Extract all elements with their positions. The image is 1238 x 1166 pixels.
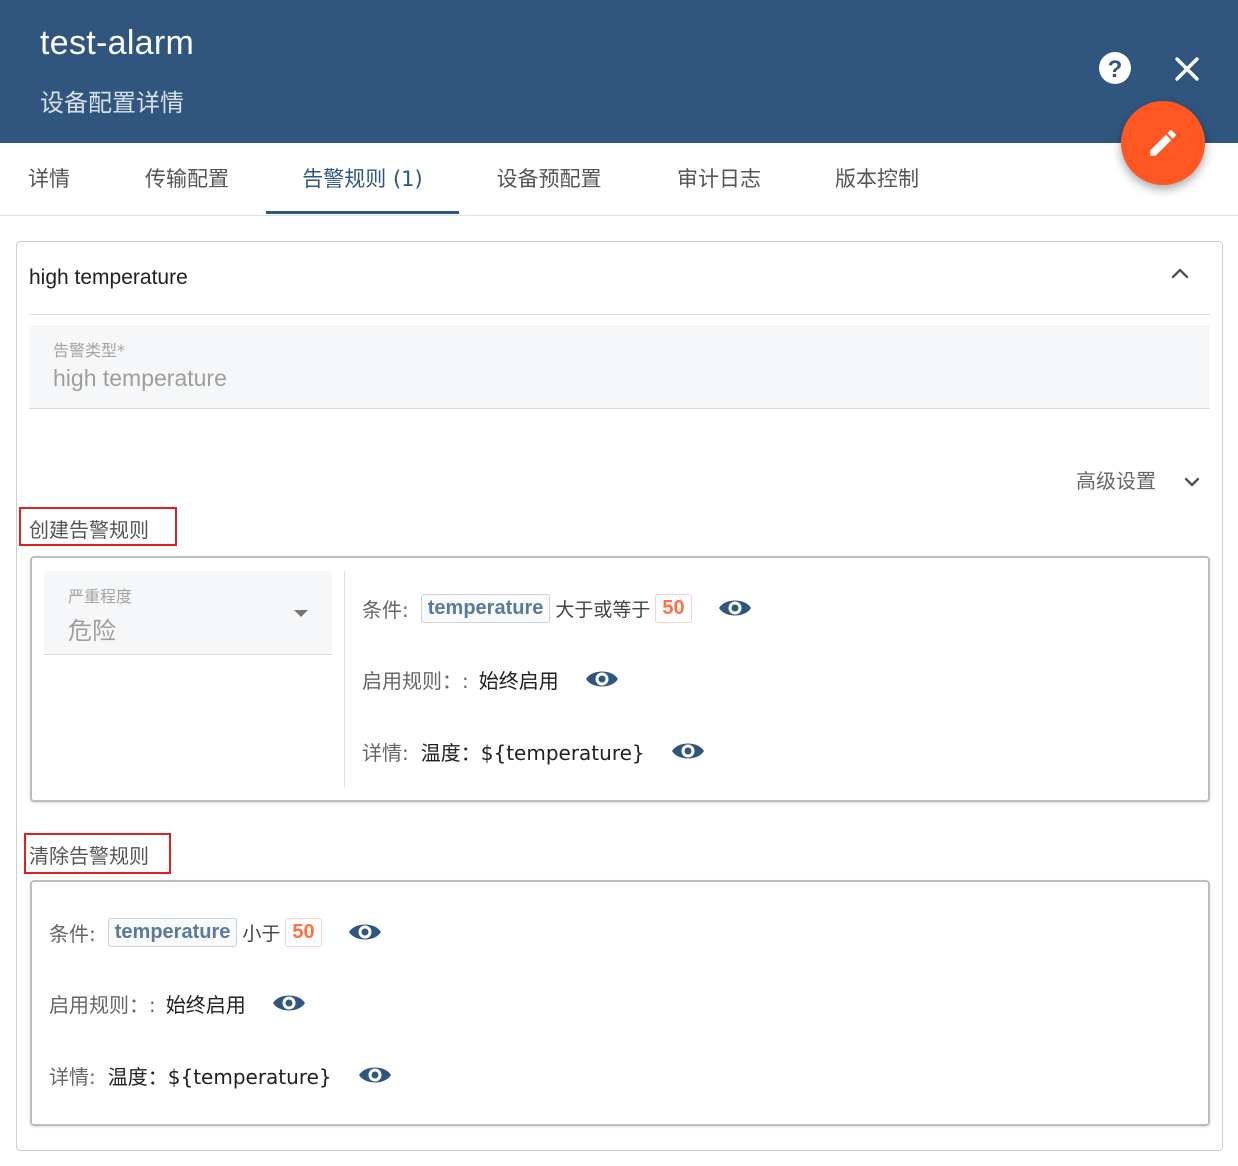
dialog-subtitle: 设备配置详情 bbox=[40, 89, 184, 117]
schedule-value: 始终启用 bbox=[165, 992, 246, 1017]
condition-value-chip: 50 bbox=[285, 917, 322, 947]
tab-audit-logs[interactable]: 审计日志 bbox=[660, 143, 778, 215]
tab-bar: 详情 传输配置 告警规则 (1) 设备预配置 审计日志 版本控制 bbox=[0, 143, 1238, 216]
condition-operator: 大于或等于 bbox=[555, 598, 651, 621]
schedule-value: 始终启用 bbox=[478, 668, 559, 693]
alarm-type-label: 告警类型* bbox=[53, 341, 126, 360]
details-value: 温度：${temperature} bbox=[420, 740, 645, 765]
condition-key-chip: temperature bbox=[420, 593, 551, 623]
schedule-label: 启用规则：: bbox=[49, 992, 156, 1017]
tab-version-control[interactable]: 版本控制 bbox=[818, 143, 936, 215]
clear-details-row: 详情: 温度：${temperature} bbox=[49, 1058, 392, 1092]
severity-label: 严重程度 bbox=[68, 587, 133, 606]
eye-icon[interactable] bbox=[358, 1063, 392, 1087]
condition-label: 条件: bbox=[362, 597, 409, 622]
alarm-type-value: high temperature bbox=[53, 365, 227, 391]
pencil-icon bbox=[1150, 130, 1176, 156]
dropdown-arrow-icon bbox=[294, 610, 308, 617]
eye-icon[interactable] bbox=[671, 739, 705, 763]
eye-icon[interactable] bbox=[272, 991, 306, 1015]
dialog-title: test-alarm bbox=[40, 24, 195, 62]
advanced-settings-toggle[interactable]: 高级设置 bbox=[1076, 465, 1156, 494]
eye-icon[interactable] bbox=[348, 920, 382, 944]
clear-schedule-row: 启用规则：: 始终启用 bbox=[49, 986, 306, 1020]
create-condition-row: 条件: temperature 大于或等于 50 bbox=[362, 591, 752, 625]
chevron-down-icon[interactable] bbox=[1180, 470, 1204, 494]
alarm-title: high temperature bbox=[29, 266, 188, 289]
divider bbox=[29, 314, 1210, 315]
eye-icon[interactable] bbox=[718, 596, 752, 620]
close-icon[interactable] bbox=[1168, 50, 1206, 88]
clear-rule-heading: 清除告警规则 bbox=[24, 833, 171, 874]
condition-key-chip: temperature bbox=[107, 917, 238, 947]
condition-label: 条件: bbox=[49, 921, 96, 946]
dialog-header: test-alarm 设备配置详情 ? bbox=[0, 0, 1238, 143]
severity-value: 危险 bbox=[68, 617, 116, 645]
tab-details[interactable]: 详情 bbox=[0, 143, 98, 215]
tab-transport[interactable]: 传输配置 bbox=[128, 143, 246, 215]
chevron-up-icon[interactable] bbox=[1168, 262, 1192, 286]
vertical-divider bbox=[344, 571, 345, 787]
severity-select[interactable]: 严重程度 危险 bbox=[44, 571, 332, 655]
svg-text:?: ? bbox=[1108, 56, 1123, 83]
clear-condition-row: 条件: temperature 小于 50 bbox=[49, 915, 382, 949]
details-label: 详情: bbox=[49, 1064, 96, 1089]
details-value: 温度：${temperature} bbox=[107, 1064, 332, 1089]
create-rules-heading: 创建告警规则 bbox=[19, 507, 177, 546]
create-schedule-row: 启用规则：: 始终启用 bbox=[362, 662, 619, 696]
condition-operator: 小于 bbox=[242, 922, 281, 945]
tab-provisioning[interactable]: 设备预配置 bbox=[480, 143, 618, 215]
eye-icon[interactable] bbox=[585, 667, 619, 691]
schedule-label: 启用规则：: bbox=[362, 668, 469, 693]
details-label: 详情: bbox=[362, 740, 409, 765]
create-details-row: 详情: 温度：${temperature} bbox=[362, 734, 705, 768]
edit-button[interactable] bbox=[1121, 101, 1205, 185]
alarm-type-field[interactable]: 告警类型* high temperature bbox=[29, 325, 1210, 409]
active-tab-indicator bbox=[266, 211, 459, 214]
tab-alarm-rules[interactable]: 告警规则 (1) bbox=[266, 143, 459, 215]
condition-value-chip: 50 bbox=[655, 593, 692, 623]
help-icon[interactable]: ? bbox=[1097, 50, 1133, 86]
